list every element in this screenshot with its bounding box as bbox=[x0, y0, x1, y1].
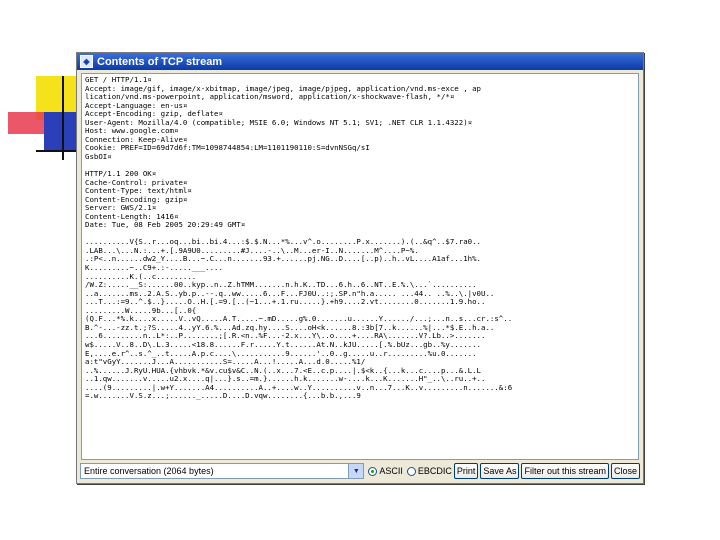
decor-vertical-line bbox=[62, 76, 64, 160]
save-as-button[interactable]: Save As bbox=[480, 463, 520, 479]
stream-line: =.w.......V.S.z...;......_.....D....D.vq… bbox=[85, 391, 361, 401]
ascii-radio[interactable]: ASCII bbox=[368, 466, 403, 476]
chevron-down-icon[interactable]: ▼ bbox=[348, 464, 364, 478]
conversation-select-value: Entire conversation (2064 bytes) bbox=[84, 466, 214, 476]
stream-content: GET / HTTP/1.1¤ Accept: image/gif, image/… bbox=[82, 74, 638, 403]
window-title: Contents of TCP stream bbox=[97, 55, 223, 68]
window-titlebar[interactable]: ◈ Contents of TCP stream bbox=[77, 53, 643, 70]
stream-line: GsbOI¤ bbox=[85, 151, 112, 161]
radio-selected-icon bbox=[368, 466, 378, 476]
controls-bar: Entire conversation (2064 bytes) ▼ ASCII… bbox=[80, 461, 640, 481]
tcp-stream-window: ◈ Contents of TCP stream GET / HTTP/1.1¤… bbox=[76, 52, 644, 484]
radio-unselected-icon bbox=[406, 466, 416, 476]
print-button[interactable]: Print bbox=[453, 463, 479, 479]
stream-line: Date: Tue, 08 Feb 2005 20:29:49 GMT¤ bbox=[85, 220, 246, 230]
stream-line: Content-Encoding: gzip¤ bbox=[85, 194, 188, 204]
close-button[interactable]: Close bbox=[610, 463, 640, 479]
ebcdic-radio[interactable]: EBCDIC bbox=[406, 466, 452, 476]
ebcdic-label: EBCDIC bbox=[417, 466, 452, 476]
stream-line: Cookie: PREF=ID=69d7d6f:TM=1098744854:LM… bbox=[85, 143, 370, 153]
ascii-label: ASCII bbox=[379, 466, 403, 476]
app-icon: ◈ bbox=[80, 55, 93, 68]
conversation-select[interactable]: Entire conversation (2064 bytes) ▼ bbox=[80, 463, 365, 479]
filter-stream-button[interactable]: Filter out this stream bbox=[521, 463, 609, 479]
stream-text-area[interactable]: GET / HTTP/1.1¤ Accept: image/gif, image/… bbox=[81, 73, 639, 460]
stream-line bbox=[85, 161, 635, 170]
